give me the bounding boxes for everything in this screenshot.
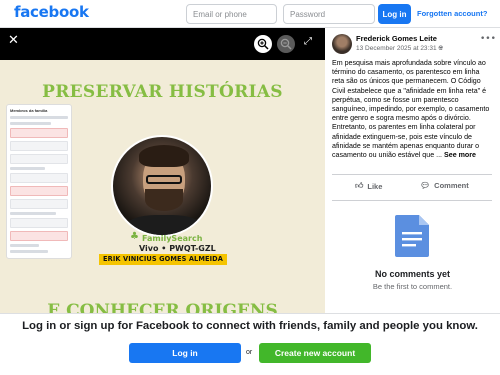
phone-card xyxy=(10,231,68,241)
expand-icon[interactable]: ⤢ xyxy=(304,36,312,47)
top-bar: facebook Log in Forgotten account? xyxy=(0,0,500,28)
create-account-button[interactable]: Create new account xyxy=(259,343,371,363)
phone-card xyxy=(10,154,68,164)
phone-line xyxy=(10,250,48,253)
comment-button[interactable]: 💬︎ Comment xyxy=(420,181,469,190)
familysearch-tree-icon: ♣ xyxy=(130,231,139,242)
phone-card xyxy=(10,218,68,228)
post-timestamp-row: 13 December 2025 at 23:31 🌐︎ xyxy=(356,45,443,53)
portrait-photo xyxy=(111,135,213,237)
thumbs-up-icon: 👍︎ xyxy=(355,181,364,190)
post-body: Em pesquisa mais aprofundada sobre víncu… xyxy=(332,59,492,160)
vivo-id-label: Vivo • PWQT-GZL xyxy=(139,244,216,253)
divider xyxy=(332,174,492,175)
or-label: or xyxy=(246,349,253,356)
phone-title: Membros da família xyxy=(10,108,48,113)
portrait-hair xyxy=(139,145,189,167)
forgot-account-link[interactable]: Forgotten account? xyxy=(417,9,487,18)
image-headline-bottom: E CONHECER ORIGENS xyxy=(47,301,278,313)
phone-line xyxy=(10,122,51,125)
no-comments-title: No comments yet xyxy=(374,269,451,279)
like-button[interactable]: 👍︎ Like xyxy=(355,181,382,191)
phone-card xyxy=(10,173,68,183)
phone-line xyxy=(10,244,39,247)
globe-icon: 🌐︎ xyxy=(438,45,444,52)
signup-banner: Log in or sign up for Facebook to connec… xyxy=(0,313,500,375)
post-image: PRESERVAR HISTÓRIAS Membros da família ♣… xyxy=(0,60,325,313)
footer-login-button[interactable]: Log in xyxy=(129,343,241,363)
document-icon xyxy=(395,215,429,257)
more-options-icon[interactable]: ••• xyxy=(480,34,496,44)
post-author[interactable]: Frederick Gomes Leite xyxy=(356,34,437,43)
like-label: Like xyxy=(367,181,383,191)
post-timestamp[interactable]: 13 December 2025 at 23:31 xyxy=(356,45,437,52)
familysearch-label: FamilySearch xyxy=(142,234,203,243)
photo-viewer: ✕ ⤢ PRESERVAR HISTÓRIAS Membros da famíl… xyxy=(0,28,325,313)
comment-label: Comment xyxy=(434,181,469,190)
signup-cta: Log in or sign up for Facebook to connec… xyxy=(22,320,478,332)
portrait-beard xyxy=(145,189,183,211)
phone-line xyxy=(10,116,68,119)
zoom-out-icon[interactable] xyxy=(277,35,295,53)
post-panel: Frederick Gomes Leite 13 December 2025 a… xyxy=(325,28,500,313)
avatar[interactable] xyxy=(332,34,352,54)
phone-card xyxy=(10,141,68,151)
phone-card xyxy=(10,186,68,196)
phone-card xyxy=(10,199,68,209)
phone-screenshot: Membros da família xyxy=(6,104,72,259)
login-button[interactable]: Log in xyxy=(378,4,411,24)
be-first-text: Be the first to comment. xyxy=(372,282,453,291)
image-headline-top: PRESERVAR HISTÓRIAS xyxy=(42,82,283,102)
email-input[interactable] xyxy=(186,4,277,24)
comment-bubble-icon: 💬︎ xyxy=(420,181,431,190)
divider xyxy=(332,200,492,201)
phone-line xyxy=(10,212,57,215)
person-name: ERIK VINICIUS GOMES ALMEIDA xyxy=(103,255,223,263)
see-more-link[interactable]: See more xyxy=(444,151,476,159)
zoom-in-icon[interactable] xyxy=(254,35,272,53)
post-body-text: Em pesquisa mais aprofundada sobre víncu… xyxy=(332,59,490,160)
facebook-logo[interactable]: facebook xyxy=(14,3,89,21)
portrait-glasses xyxy=(146,175,182,184)
close-icon[interactable]: ✕ xyxy=(8,33,19,48)
password-input[interactable] xyxy=(283,4,375,24)
phone-line xyxy=(10,167,45,170)
phone-card xyxy=(10,128,68,138)
